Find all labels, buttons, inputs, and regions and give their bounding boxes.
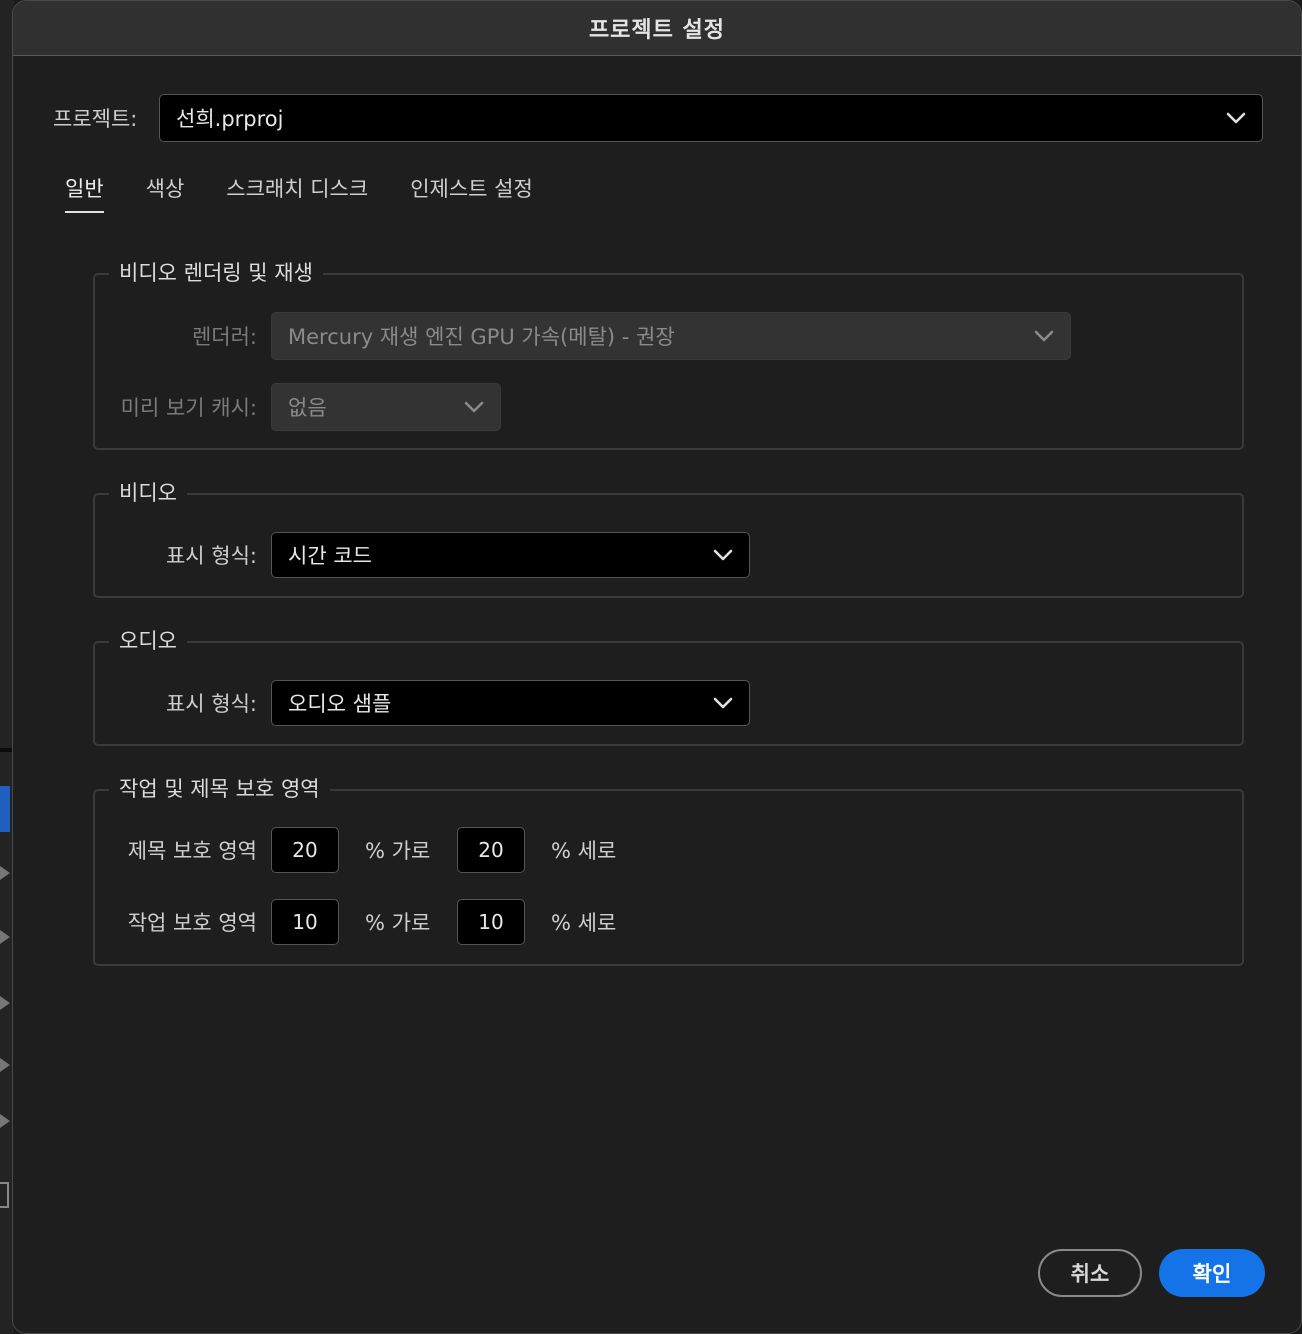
tab-scratch-disks[interactable]: 스크래치 디스크 [226,173,368,213]
background-arrow-icon [0,1114,10,1128]
title-safe-vertical-input[interactable]: 20 [457,827,525,873]
preview-cache-select[interactable]: 없음 [271,383,501,431]
video-format-label: 표시 형식: [165,544,257,568]
tab-general[interactable]: 일반 [65,173,104,213]
project-settings-dialog: 프로젝트 설정 프로젝트: 선희.prproj 일반 색상 스크래치 디스크 인… [12,0,1302,1334]
action-safe-horizontal-unit: % 가로 [365,911,431,935]
background-arrow-icon [0,996,10,1010]
title-safe-horizontal-input[interactable]: 20 [271,827,339,873]
project-select-value: 선희.prproj [176,107,284,131]
video-format-row: 표시 형식: 시간 코드 [95,532,750,578]
preview-cache-row: 미리 보기 캐시: 없음 [95,383,501,431]
preview-cache-value: 없음 [288,396,327,420]
rendering-legend: 비디오 렌더링 및 재생 [109,257,323,287]
audio-format-value: 오디오 샘플 [288,692,392,716]
project-select[interactable]: 선희.prproj [159,94,1263,142]
chevron-down-icon [464,397,484,417]
audio-format-select[interactable]: 오디오 샘플 [271,680,750,726]
action-safe-row: 작업 보호 영역 10 % 가로 10 % 세로 [95,899,616,945]
chevron-down-icon [713,693,733,713]
project-label: 프로젝트: [53,107,138,131]
tab-ingest-settings[interactable]: 인제스트 설정 [410,173,533,213]
title-safe-row: 제목 보호 영역 20 % 가로 20 % 세로 [95,827,616,873]
action-safe-vertical-input[interactable]: 10 [457,899,525,945]
renderer-label: 렌더러: [191,325,257,349]
title-safe-label: 제목 보호 영역 [127,839,257,863]
dialog-titlebar[interactable]: 프로젝트 설정 [13,1,1301,56]
safe-margins-group: 작업 및 제목 보호 영역 제목 보호 영역 20 % 가로 20 % 세로 작… [93,773,1244,966]
title-safe-vertical-unit: % 세로 [551,839,617,863]
video-format-value: 시간 코드 [288,544,372,568]
chevron-down-icon [1034,326,1054,346]
background-arrow-icon [0,930,10,944]
settings-tabs: 일반 색상 스크래치 디스크 인제스트 설정 [65,173,575,213]
audio-format-label: 표시 형식: [165,692,257,716]
renderer-select[interactable]: Mercury 재생 엔진 GPU 가속(메탈) - 권장 [271,312,1071,360]
audio-legend: 오디오 [109,625,187,655]
cancel-button[interactable]: 취소 [1038,1249,1142,1297]
title-safe-horizontal-unit: % 가로 [365,839,431,863]
rendering-group: 비디오 렌더링 및 재생 렌더러: Mercury 재생 엔진 GPU 가속(메… [93,257,1244,450]
action-safe-horizontal-input[interactable]: 10 [271,899,339,945]
tab-color[interactable]: 색상 [146,173,185,213]
video-format-select[interactable]: 시간 코드 [271,532,750,578]
project-row: 프로젝트: 선희.prproj [53,94,1263,142]
preview-cache-label: 미리 보기 캐시: [120,396,257,420]
audio-format-row: 표시 형식: 오디오 샘플 [95,680,750,726]
dialog-title: 프로젝트 설정 [588,18,726,43]
action-safe-vertical-unit: % 세로 [551,911,617,935]
action-safe-label: 작업 보호 영역 [127,911,257,935]
audio-group: 오디오 표시 형식: 오디오 샘플 [93,625,1244,746]
renderer-row: 렌더러: Mercury 재생 엔진 GPU 가속(메탈) - 권장 [95,312,1071,360]
chevron-down-icon [1226,108,1246,128]
safe-margins-legend: 작업 및 제목 보호 영역 [109,773,330,803]
background-selection [0,786,10,832]
chevron-down-icon [713,545,733,565]
ok-button[interactable]: 확인 [1159,1249,1265,1297]
video-group: 비디오 표시 형식: 시간 코드 [93,477,1244,598]
background-box [0,1182,9,1208]
background-arrow-icon [0,1058,10,1072]
background-arrow-icon [0,866,10,880]
renderer-select-value: Mercury 재생 엔진 GPU 가속(메탈) - 권장 [288,325,675,349]
video-legend: 비디오 [109,477,187,507]
